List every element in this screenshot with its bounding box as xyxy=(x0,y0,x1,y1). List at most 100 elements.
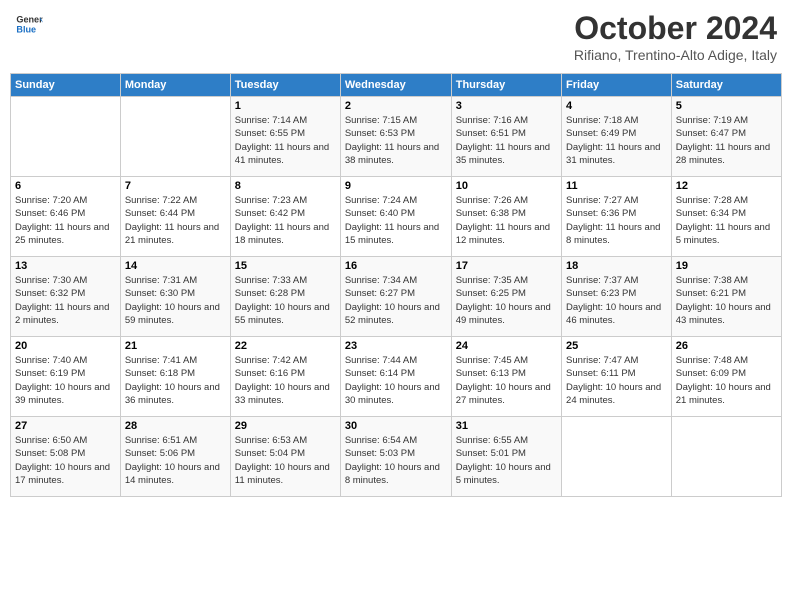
svg-text:Blue: Blue xyxy=(16,24,36,34)
day-number: 7 xyxy=(125,180,226,192)
day-info: Sunrise: 7:19 AM Sunset: 6:47 PM Dayligh… xyxy=(676,114,777,167)
day-info: Sunrise: 7:47 AM Sunset: 6:11 PM Dayligh… xyxy=(566,354,667,407)
day-number: 9 xyxy=(345,180,447,192)
day-number: 5 xyxy=(676,100,777,112)
calendar-week-row: 1 Sunrise: 7:14 AM Sunset: 6:55 PM Daylig… xyxy=(11,97,782,177)
page-header: General Blue General Blue October 2024 R… xyxy=(10,10,782,63)
day-number: 21 xyxy=(125,340,226,352)
calendar-table: SundayMondayTuesdayWednesdayThursdayFrid… xyxy=(10,73,782,497)
day-number: 14 xyxy=(125,260,226,272)
calendar-day-cell: 7Sunrise: 7:22 AM Sunset: 6:44 PM Daylig… xyxy=(120,177,230,257)
calendar-day-cell: 1 Sunrise: 7:14 AM Sunset: 6:55 PM Daylig… xyxy=(230,97,340,177)
day-number: 17 xyxy=(456,260,557,272)
day-info: Sunrise: 7:40 AM Sunset: 6:19 PM Dayligh… xyxy=(15,354,116,407)
day-info: Sunrise: 7:14 AM Sunset: 6:55 PM Dayligh… xyxy=(235,114,336,167)
title-block: October 2024 Rifiano, Trentino-Alto Adig… xyxy=(574,10,777,63)
day-number: 26 xyxy=(676,340,777,352)
day-number: 2 xyxy=(345,100,447,112)
day-number: 1 xyxy=(235,100,336,112)
calendar-day-cell: 2 Sunrise: 7:15 AM Sunset: 6:53 PM Daylig… xyxy=(340,97,451,177)
day-info: Sunrise: 7:24 AM Sunset: 6:40 PM Dayligh… xyxy=(345,194,447,247)
day-info: Sunrise: 6:55 AM Sunset: 5:01 PM Dayligh… xyxy=(456,434,557,487)
calendar-week-row: 13 Sunrise: 7:30 AM Sunset: 6:32 PM Dayli… xyxy=(11,257,782,337)
day-info: Sunrise: 7:48 AM Sunset: 6:09 PM Dayligh… xyxy=(676,354,777,407)
weekday-header-cell: Wednesday xyxy=(340,74,451,97)
calendar-body: 1 Sunrise: 7:14 AM Sunset: 6:55 PM Daylig… xyxy=(11,97,782,497)
calendar-day-cell: 17 Sunrise: 7:35 AM Sunset: 6:25 PM Dayli… xyxy=(451,257,561,337)
calendar-day-cell: 15Sunrise: 7:33 AM Sunset: 6:28 PM Dayli… xyxy=(230,257,340,337)
calendar-day-cell xyxy=(671,417,781,497)
day-info: Sunrise: 7:26 AM Sunset: 6:38 PM Dayligh… xyxy=(456,194,557,247)
calendar-day-cell: 4 Sunrise: 7:18 AM Sunset: 6:49 PM Daylig… xyxy=(562,97,672,177)
day-info: Sunrise: 7:38 AM Sunset: 6:21 PM Dayligh… xyxy=(676,274,777,327)
calendar-week-row: 6Sunrise: 7:20 AM Sunset: 6:46 PM Daylig… xyxy=(11,177,782,257)
calendar-day-cell: 27 Sunrise: 6:50 AM Sunset: 5:08 PM Dayli… xyxy=(11,417,121,497)
day-number: 12 xyxy=(676,180,777,192)
calendar-day-cell: 26 Sunrise: 7:48 AM Sunset: 6:09 PM Dayli… xyxy=(671,337,781,417)
day-info: Sunrise: 7:15 AM Sunset: 6:53 PM Dayligh… xyxy=(345,114,447,167)
svg-text:General: General xyxy=(16,15,43,25)
day-number: 22 xyxy=(235,340,336,352)
calendar-day-cell: 8 Sunrise: 7:23 AM Sunset: 6:42 PM Daylig… xyxy=(230,177,340,257)
calendar-day-cell: 28Sunrise: 6:51 AM Sunset: 5:06 PM Dayli… xyxy=(120,417,230,497)
day-number: 20 xyxy=(15,340,116,352)
calendar-day-cell: 19Sunrise: 7:38 AM Sunset: 6:21 PM Dayli… xyxy=(671,257,781,337)
location-subtitle: Rifiano, Trentino-Alto Adige, Italy xyxy=(574,47,777,63)
day-number: 10 xyxy=(456,180,557,192)
day-number: 13 xyxy=(15,260,116,272)
calendar-day-cell xyxy=(11,97,121,177)
calendar-day-cell: 16Sunrise: 7:34 AM Sunset: 6:27 PM Dayli… xyxy=(340,257,451,337)
day-info: Sunrise: 7:31 AM Sunset: 6:30 PM Dayligh… xyxy=(125,274,226,327)
day-info: Sunrise: 6:50 AM Sunset: 5:08 PM Dayligh… xyxy=(15,434,116,487)
day-number: 11 xyxy=(566,180,667,192)
weekday-header-row: SundayMondayTuesdayWednesdayThursdayFrid… xyxy=(11,74,782,97)
logo: General Blue General Blue xyxy=(15,10,43,38)
calendar-day-cell: 6Sunrise: 7:20 AM Sunset: 6:46 PM Daylig… xyxy=(11,177,121,257)
weekday-header-cell: Saturday xyxy=(671,74,781,97)
day-info: Sunrise: 7:42 AM Sunset: 6:16 PM Dayligh… xyxy=(235,354,336,407)
weekday-header-cell: Monday xyxy=(120,74,230,97)
day-info: Sunrise: 7:23 AM Sunset: 6:42 PM Dayligh… xyxy=(235,194,336,247)
day-info: Sunrise: 7:37 AM Sunset: 6:23 PM Dayligh… xyxy=(566,274,667,327)
calendar-day-cell: 3 Sunrise: 7:16 AM Sunset: 6:51 PM Daylig… xyxy=(451,97,561,177)
day-info: Sunrise: 7:35 AM Sunset: 6:25 PM Dayligh… xyxy=(456,274,557,327)
weekday-header-cell: Friday xyxy=(562,74,672,97)
calendar-day-cell: 5 Sunrise: 7:19 AM Sunset: 6:47 PM Daylig… xyxy=(671,97,781,177)
calendar-day-cell xyxy=(120,97,230,177)
day-number: 25 xyxy=(566,340,667,352)
day-info: Sunrise: 6:53 AM Sunset: 5:04 PM Dayligh… xyxy=(235,434,336,487)
day-info: Sunrise: 7:30 AM Sunset: 6:32 PM Dayligh… xyxy=(15,274,116,327)
day-number: 31 xyxy=(456,420,557,432)
calendar-week-row: 27 Sunrise: 6:50 AM Sunset: 5:08 PM Dayli… xyxy=(11,417,782,497)
day-number: 27 xyxy=(15,420,116,432)
day-number: 15 xyxy=(235,260,336,272)
logo-icon: General Blue xyxy=(15,10,43,38)
calendar-day-cell: 25 Sunrise: 7:47 AM Sunset: 6:11 PM Dayli… xyxy=(562,337,672,417)
calendar-day-cell: 24Sunrise: 7:45 AM Sunset: 6:13 PM Dayli… xyxy=(451,337,561,417)
day-info: Sunrise: 7:18 AM Sunset: 6:49 PM Dayligh… xyxy=(566,114,667,167)
day-number: 3 xyxy=(456,100,557,112)
day-number: 4 xyxy=(566,100,667,112)
calendar-day-cell: 11Sunrise: 7:27 AM Sunset: 6:36 PM Dayli… xyxy=(562,177,672,257)
day-number: 16 xyxy=(345,260,447,272)
calendar-day-cell: 30Sunrise: 6:54 AM Sunset: 5:03 PM Dayli… xyxy=(340,417,451,497)
calendar-day-cell: 23Sunrise: 7:44 AM Sunset: 6:14 PM Dayli… xyxy=(340,337,451,417)
day-info: Sunrise: 7:28 AM Sunset: 6:34 PM Dayligh… xyxy=(676,194,777,247)
calendar-day-cell: 21 Sunrise: 7:41 AM Sunset: 6:18 PM Dayli… xyxy=(120,337,230,417)
calendar-day-cell: 12 Sunrise: 7:28 AM Sunset: 6:34 PM Dayli… xyxy=(671,177,781,257)
day-info: Sunrise: 6:51 AM Sunset: 5:06 PM Dayligh… xyxy=(125,434,226,487)
calendar-day-cell: 22 Sunrise: 7:42 AM Sunset: 6:16 PM Dayli… xyxy=(230,337,340,417)
day-info: Sunrise: 7:41 AM Sunset: 6:18 PM Dayligh… xyxy=(125,354,226,407)
calendar-day-cell xyxy=(562,417,672,497)
day-number: 23 xyxy=(345,340,447,352)
calendar-day-cell: 31 Sunrise: 6:55 AM Sunset: 5:01 PM Dayli… xyxy=(451,417,561,497)
day-info: Sunrise: 6:54 AM Sunset: 5:03 PM Dayligh… xyxy=(345,434,447,487)
day-number: 8 xyxy=(235,180,336,192)
calendar-day-cell: 20 Sunrise: 7:40 AM Sunset: 6:19 PM Dayli… xyxy=(11,337,121,417)
calendar-day-cell: 18Sunrise: 7:37 AM Sunset: 6:23 PM Dayli… xyxy=(562,257,672,337)
weekday-header-cell: Sunday xyxy=(11,74,121,97)
day-info: Sunrise: 7:20 AM Sunset: 6:46 PM Dayligh… xyxy=(15,194,116,247)
weekday-header-cell: Tuesday xyxy=(230,74,340,97)
day-info: Sunrise: 7:16 AM Sunset: 6:51 PM Dayligh… xyxy=(456,114,557,167)
calendar-day-cell: 14 Sunrise: 7:31 AM Sunset: 6:30 PM Dayli… xyxy=(120,257,230,337)
